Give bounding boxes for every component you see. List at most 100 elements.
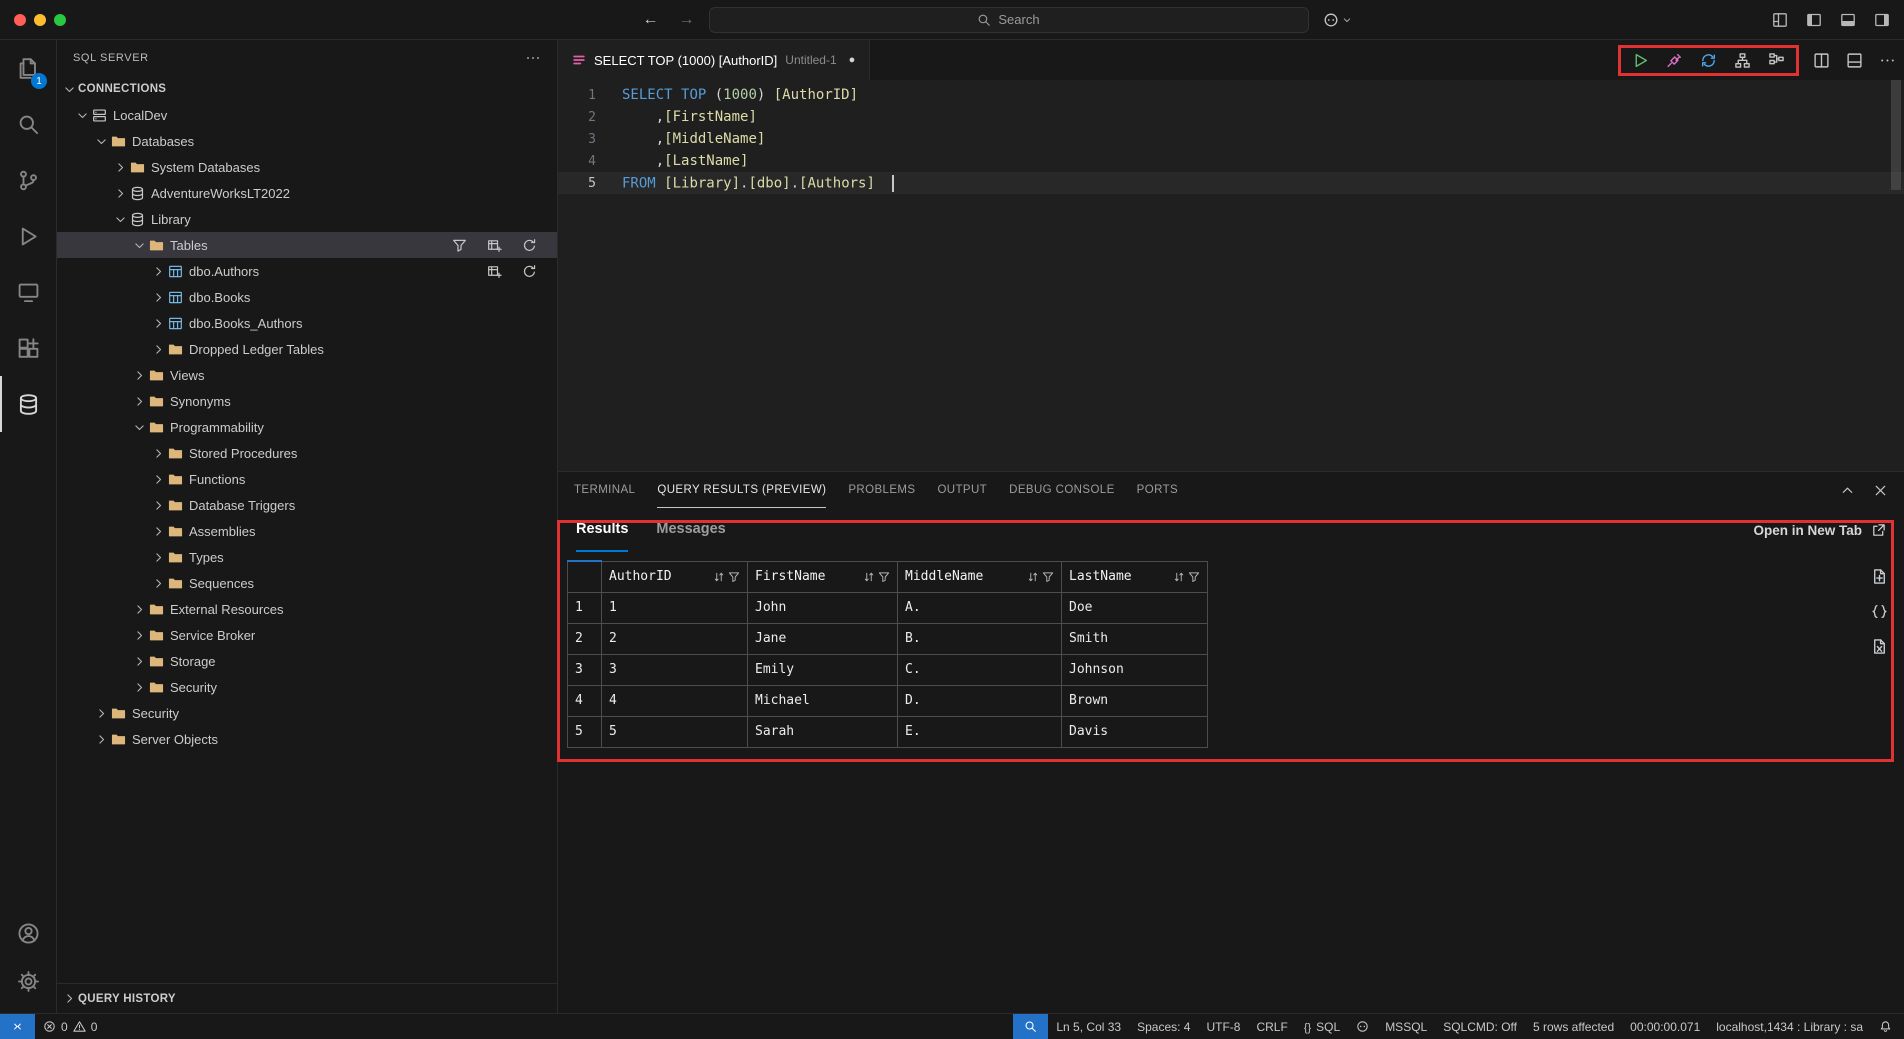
tree-item-synonyms[interactable]: Synonyms [57,388,557,414]
toggle-sqlcmd-icon[interactable] [1768,52,1785,69]
tree-item-external-resources[interactable]: External Resources [57,596,557,622]
search-input[interactable]: Search [709,7,1309,33]
tree-item-stored-procedures[interactable]: Stored Procedures [57,440,557,466]
status-eol[interactable]: CRLF [1248,1014,1295,1039]
minimize-window-button[interactable] [34,14,46,26]
filter-icon[interactable] [1188,571,1200,583]
status-query-duration[interactable]: 00:00:00.071 [1622,1014,1708,1039]
tree-item-views[interactable]: Views [57,362,557,388]
editor-scrollbar[interactable] [1891,80,1901,190]
status-remote[interactable] [0,1014,35,1039]
results-tab-results[interactable]: Results [576,508,628,552]
panel-tab-debug-console[interactable]: DEBUG CONSOLE [1009,472,1115,508]
new-table-icon[interactable] [487,264,502,279]
tree-item-security[interactable]: Security [57,674,557,700]
status-copilot[interactable] [1348,1014,1377,1039]
split-editor-icon[interactable] [1813,52,1830,69]
results-grid[interactable]: AuthorIDFirstNameMiddleNameLastName11Joh… [567,560,1208,748]
sort-icon[interactable] [863,571,875,583]
cell[interactable]: Jane [748,623,898,654]
cell[interactable]: A. [898,592,1062,623]
status-cursor-position[interactable]: Ln 5, Col 33 [1048,1014,1129,1039]
tree-item-dbo-books-authors[interactable]: dbo.Books_Authors [57,310,557,336]
code-line-5[interactable]: 5FROM [Library].[dbo].[Authors] [558,172,1904,194]
more-actions-icon[interactable] [1879,52,1896,69]
filter-icon[interactable] [878,571,890,583]
status-language-mode[interactable]: {}SQL [1296,1014,1348,1039]
activity-item-accounts[interactable] [0,909,56,957]
unsaved-changes-indicator[interactable]: ● [849,54,856,66]
column-header-lastname[interactable]: LastName [1062,561,1208,592]
status-connection-info[interactable]: localhost,1434 : Library : sa [1708,1014,1871,1039]
change-connection-icon[interactable] [1700,52,1717,69]
activity-item-sql-server[interactable] [0,376,56,432]
tree-item-types[interactable]: Types [57,544,557,570]
run-query-icon[interactable] [1632,52,1649,69]
sort-icon[interactable] [713,571,725,583]
cell[interactable]: John [748,592,898,623]
copilot-button[interactable] [1323,12,1352,28]
panel-tab-problems[interactable]: PROBLEMS [848,472,915,508]
nav-back-icon[interactable]: ← [643,12,659,28]
nav-forward-icon[interactable]: → [679,12,695,28]
close-window-button[interactable] [14,14,26,26]
panel-tab-query-results-preview[interactable]: QUERY RESULTS (PREVIEW) [657,472,826,508]
close-icon[interactable] [1873,483,1888,498]
tree-item-dbo-books[interactable]: dbo.Books [57,284,557,310]
activity-item-run-debug[interactable] [0,208,56,264]
sort-icon[interactable] [1027,571,1039,583]
cell[interactable]: E. [898,716,1062,747]
refresh-icon[interactable] [522,238,537,253]
status-zoom[interactable] [1013,1014,1048,1039]
tree-item-storage[interactable]: Storage [57,648,557,674]
save-csv-icon[interactable] [1871,568,1888,585]
tree-item-library[interactable]: Library [57,206,557,232]
cell[interactable]: Emily [748,654,898,685]
tree-item-security[interactable]: Security [57,700,557,726]
cell[interactable]: Brown [1062,685,1208,716]
tree-item-functions[interactable]: Functions [57,466,557,492]
maximize-window-button[interactable] [54,14,66,26]
table-row[interactable]: 22JaneB.Smith [568,623,1208,654]
tree-item-tables[interactable]: Tables [57,232,557,258]
filter-icon[interactable] [452,238,467,253]
column-header-middlename[interactable]: MiddleName [898,561,1062,592]
status-rows-affected[interactable]: 5 rows affected [1525,1014,1622,1039]
panel-tab-terminal[interactable]: TERMINAL [574,472,635,508]
cell[interactable]: D. [898,685,1062,716]
activity-item-explorer[interactable]: 1 [0,40,56,96]
activity-item-settings[interactable] [0,957,56,1005]
row-number[interactable]: 1 [568,592,602,623]
editor-tab[interactable]: SELECT TOP (1000) [AuthorID] Untitled-1 … [558,40,870,80]
refresh-icon[interactable] [522,264,537,279]
chevron-up-icon[interactable] [1840,483,1855,498]
results-tab-messages[interactable]: Messages [656,508,725,552]
cell[interactable]: 2 [602,623,748,654]
column-header-authorid[interactable]: AuthorID [602,561,748,592]
tree-item-dropped-ledger-tables[interactable]: Dropped Ledger Tables [57,336,557,362]
cell[interactable]: Doe [1062,592,1208,623]
cell[interactable]: Davis [1062,716,1208,747]
row-number[interactable]: 4 [568,685,602,716]
tree-item-programmability[interactable]: Programmability [57,414,557,440]
tree-item-dbo-authors[interactable]: dbo.Authors [57,258,557,284]
code-line-4[interactable]: 4 ,[LastName] [558,150,1904,172]
cell[interactable]: C. [898,654,1062,685]
tree-item-server-objects[interactable]: Server Objects [57,726,557,752]
sort-icon[interactable] [1173,571,1185,583]
cell[interactable]: 1 [602,592,748,623]
row-number[interactable]: 2 [568,623,602,654]
save-excel-icon[interactable] [1871,638,1888,655]
connections-section-header[interactable]: CONNECTIONS [57,76,557,102]
toggle-panel-icon[interactable] [1846,52,1863,69]
cell[interactable]: Sarah [748,716,898,747]
code-line-1[interactable]: 1SELECT TOP (1000) [AuthorID] [558,84,1904,106]
estimated-plan-icon[interactable] [1734,52,1751,69]
customize-layout-icon[interactable] [1772,12,1788,28]
row-number[interactable]: 3 [568,654,602,685]
editor[interactable]: 1SELECT TOP (1000) [AuthorID]2 ,[FirstNa… [558,80,1904,471]
tree-item-adventureworkslt2022[interactable]: AdventureWorksLT2022 [57,180,557,206]
table-row[interactable]: 44MichaelD.Brown [568,685,1208,716]
open-in-new-tab-button[interactable]: Open in New Tab [1753,508,1886,552]
save-json-icon[interactable] [1871,603,1888,620]
